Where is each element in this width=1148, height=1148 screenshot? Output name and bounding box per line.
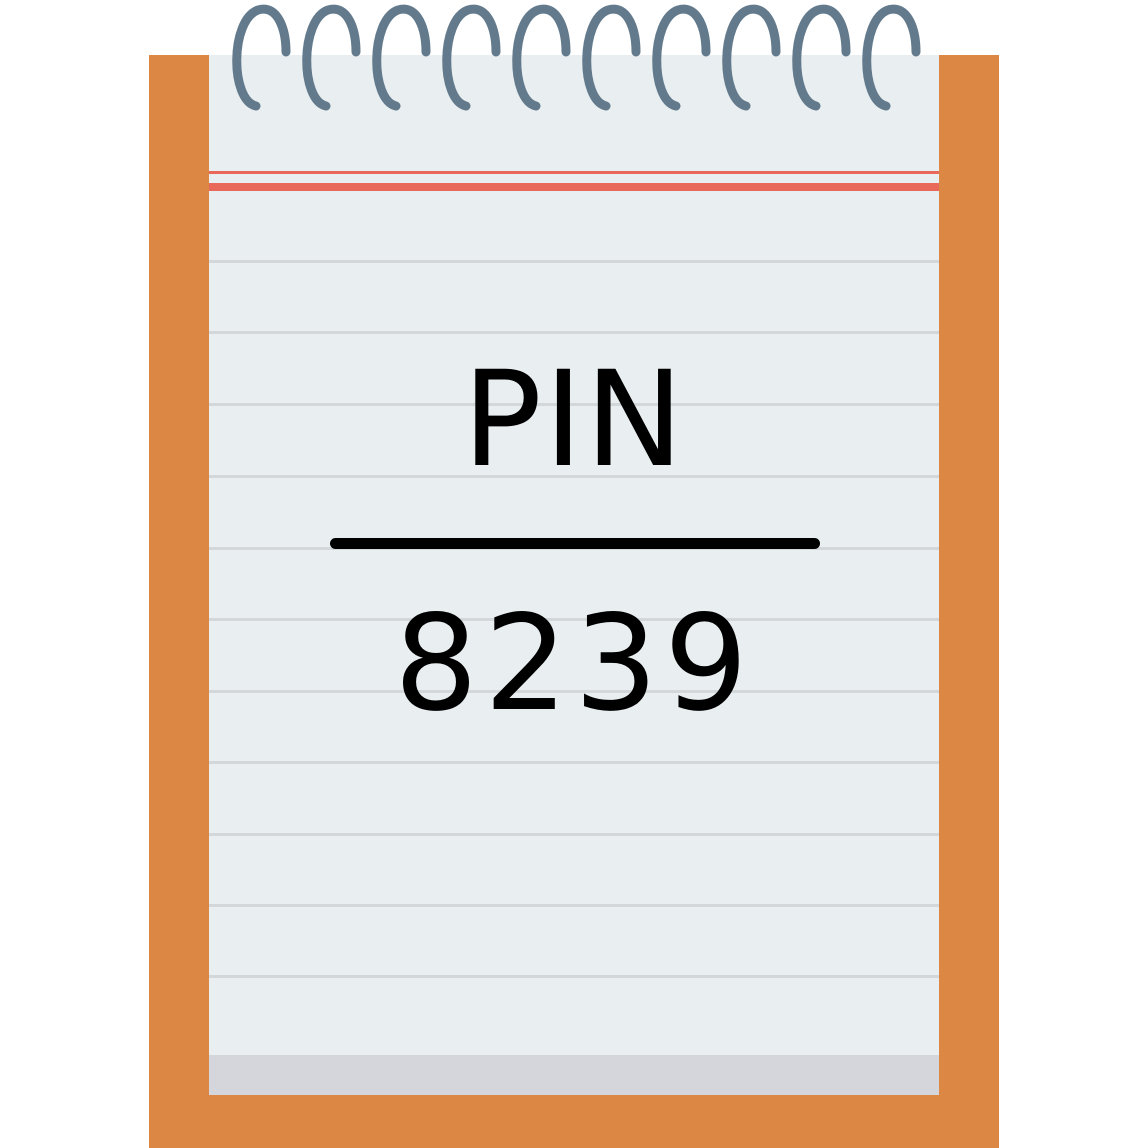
paper-rule [209, 761, 939, 764]
paper-stack-edge [209, 1055, 939, 1095]
spiral-ring-icon [792, 4, 851, 111]
title-divider [330, 538, 820, 549]
spiral-ring-icon [232, 4, 291, 111]
spiral-ring-icon [372, 4, 431, 111]
pin-value: 8239 [394, 587, 754, 741]
spiral-ring-icon [582, 4, 641, 111]
pin-title: PIN [462, 343, 686, 497]
paper-rule [209, 833, 939, 836]
notepad: PIN 8239 [0, 0, 1148, 1148]
spiral-ring-icon [652, 4, 711, 111]
spiral-ring-icon [302, 4, 361, 111]
paper-rule [209, 331, 939, 334]
paper-rule [209, 260, 939, 263]
notepad-paper [209, 55, 939, 1095]
spiral-ring-icon [862, 4, 921, 111]
spiral-ring-icon [722, 4, 781, 111]
spiral-binding-icon [232, 4, 921, 111]
spiral-ring-icon [442, 4, 501, 111]
margin-rule-thin [209, 171, 939, 174]
spiral-ring-icon [512, 4, 571, 111]
margin-rule-thick [209, 183, 939, 191]
paper-rule [209, 904, 939, 907]
paper-rule [209, 975, 939, 978]
